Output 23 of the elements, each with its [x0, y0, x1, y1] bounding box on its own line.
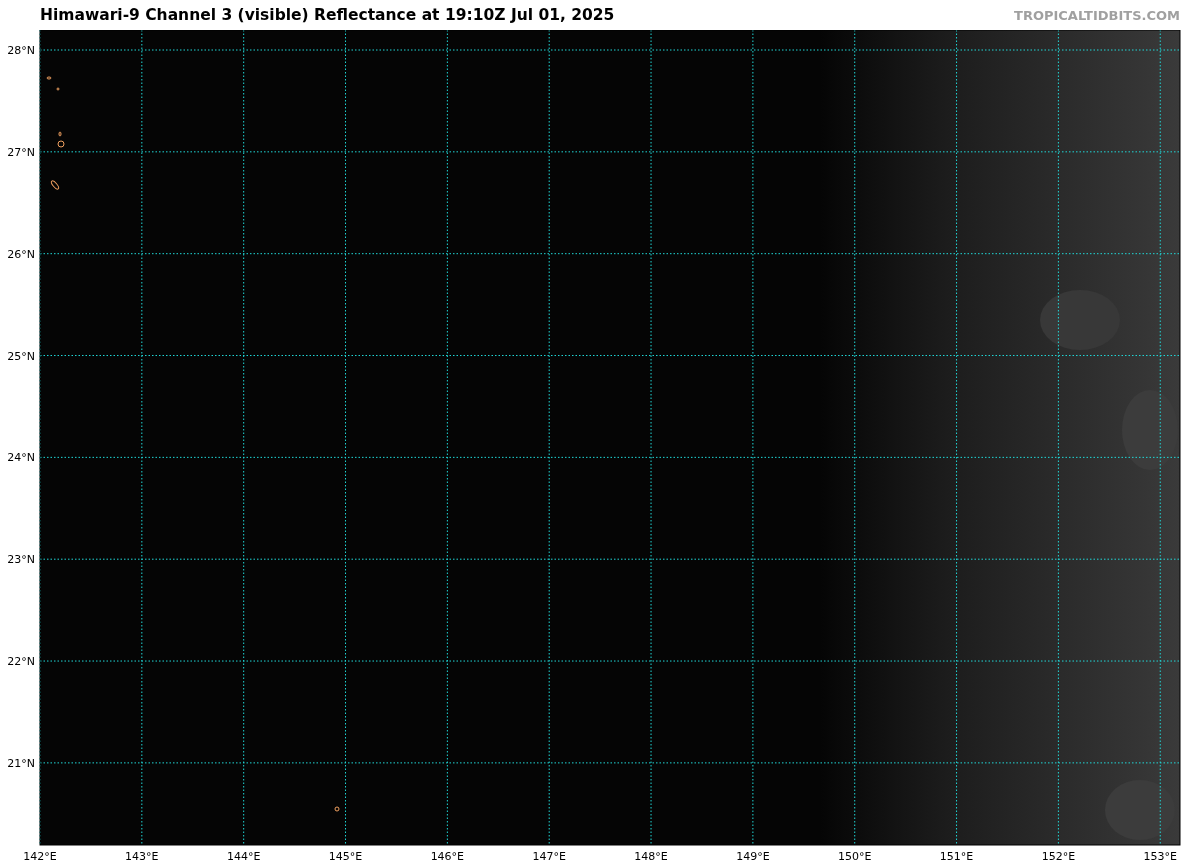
island-outline [334, 806, 340, 812]
chart-title: Himawari-9 Channel 3 (visible) Reflectance at 19:10Z Jul 01, 2025 [40, 6, 615, 24]
longitude-label: 148°E [634, 850, 668, 863]
longitude-label: 143°E [125, 850, 159, 863]
site-credit: TROPICALTIDBITS.COM [1014, 7, 1180, 23]
latitude-label: 24°N [7, 451, 35, 465]
latitude-label: 23°N [7, 553, 35, 567]
longitude-label: 153°E [1143, 850, 1177, 863]
longitude-label: 150°E [838, 850, 872, 863]
latitude-label: 27°N [7, 145, 35, 159]
latitude-label: 26°N [7, 247, 35, 261]
longitude-label: 149°E [736, 850, 770, 863]
latitude-label: 21°N [7, 756, 35, 770]
longitude-label: 151°E [939, 850, 974, 863]
longitude-label: 145°E [328, 850, 363, 863]
longitude-label: 146°E [430, 850, 465, 863]
latitude-label: 22°N [7, 655, 35, 669]
latitude-label: 25°N [7, 349, 35, 363]
longitude-label: 144°E [226, 850, 261, 863]
longitude-label: 152°E [1041, 850, 1076, 863]
latitude-label: 28°N [7, 44, 35, 57]
longitude-label: 142°E [23, 850, 57, 863]
longitude-label: 147°E [532, 850, 566, 863]
